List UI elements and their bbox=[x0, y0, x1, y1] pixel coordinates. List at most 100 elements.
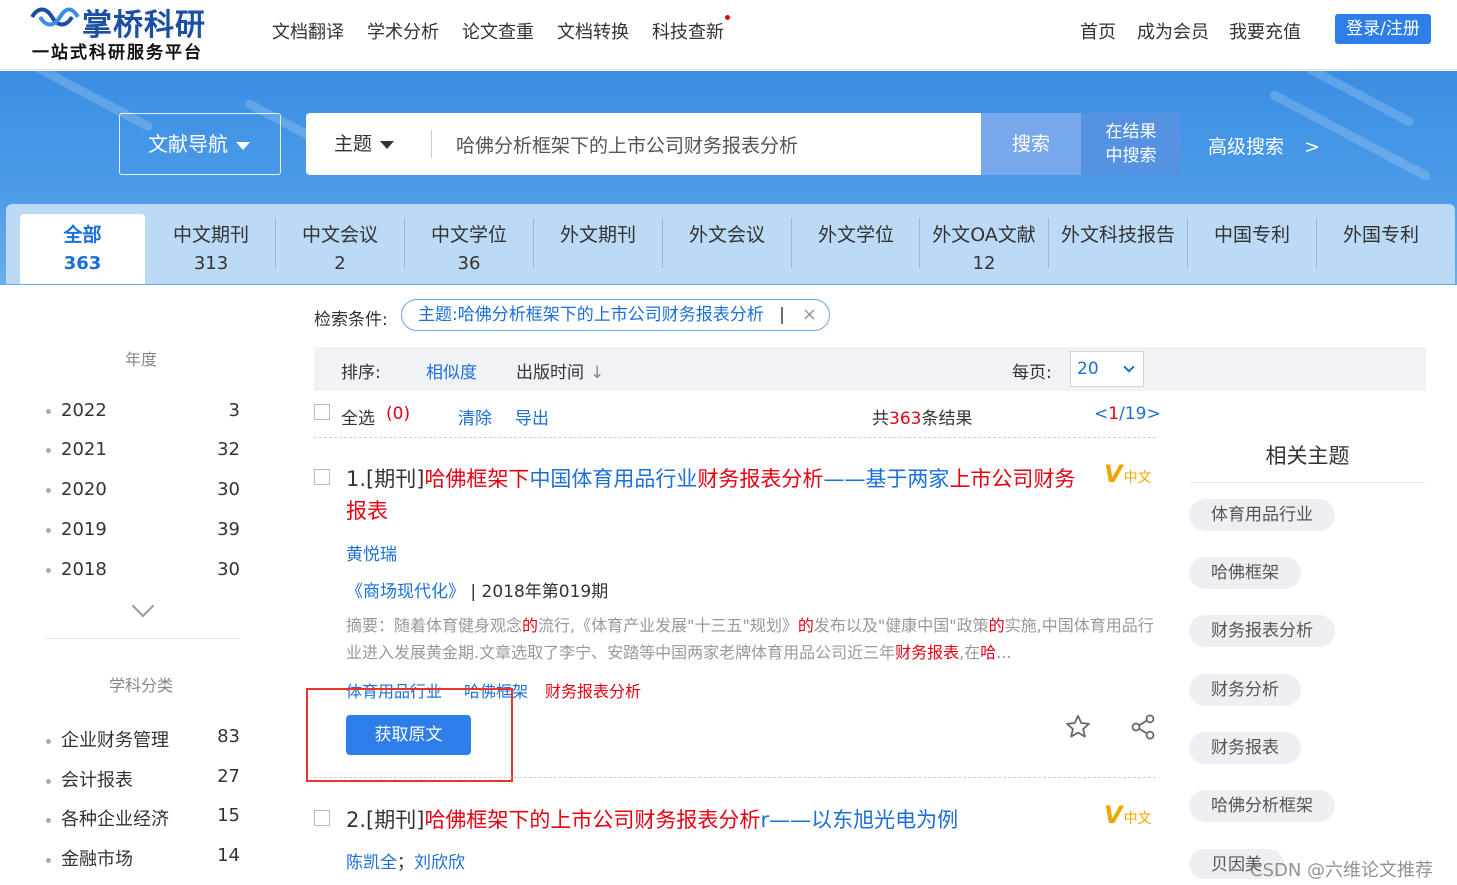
subject-item-financial-market[interactable]: 金融市场 bbox=[46, 845, 133, 871]
tab-foreign-tech-reports[interactable]: 外文科技报告 bbox=[1049, 214, 1187, 284]
total-count: 363 bbox=[889, 409, 922, 429]
share-icon[interactable] bbox=[1129, 713, 1157, 741]
search-within-results-button[interactable]: 在结果 中搜索 bbox=[1081, 113, 1181, 175]
condition-tag-text: 主题:哈佛分析框架下的上市公司财务报表分析 bbox=[418, 305, 764, 325]
pager-total: /19 bbox=[1119, 404, 1147, 424]
nav-doc-translate[interactable]: 文档翻译 bbox=[272, 18, 344, 44]
result-divider bbox=[314, 777, 1156, 778]
advanced-search-link[interactable]: 高级搜索 > bbox=[1208, 132, 1320, 159]
tab-foreign-patents[interactable]: 外国专利 bbox=[1317, 214, 1445, 284]
expand-chevron-down-icon[interactable] bbox=[131, 594, 155, 618]
tab-count: 313 bbox=[193, 253, 229, 274]
subject-item-enterprise-economy[interactable]: 各种企业经济 bbox=[46, 805, 169, 831]
nav-home[interactable]: 首页 bbox=[1080, 18, 1116, 44]
tab-foreign-journals[interactable]: 外文期刊 bbox=[534, 214, 662, 284]
related-topic-pill[interactable]: 财务分析 bbox=[1189, 674, 1301, 706]
subject-item-corporate-finance[interactable]: 企业财务管理 bbox=[46, 726, 169, 752]
year-label: 2020 bbox=[61, 479, 107, 500]
tab-chinese-patents[interactable]: 中国专利 bbox=[1188, 214, 1316, 284]
tab-all[interactable]: 全部 363 bbox=[20, 214, 145, 284]
year-label: 2021 bbox=[61, 439, 107, 460]
select-all-label[interactable]: 全选 bbox=[341, 404, 375, 429]
pager-prev[interactable]: < bbox=[1094, 404, 1108, 424]
total-suffix: 条结果 bbox=[921, 409, 973, 429]
result-title[interactable]: 2.[期刊]哈佛框架下的上市公司财务报表分析r——以东旭光电为例 bbox=[346, 804, 1096, 836]
result-journal[interactable]: 《商场现代化》 bbox=[346, 582, 465, 602]
export-link[interactable]: 导出 bbox=[515, 404, 549, 429]
abstract-part: 的 bbox=[522, 616, 539, 635]
v-chinese-badge: V中文 bbox=[1104, 801, 1152, 829]
sort-by-similarity[interactable]: 相似度 bbox=[426, 358, 477, 383]
related-topic-pill[interactable]: 哈佛框架 bbox=[1189, 557, 1301, 589]
tab-foreign-degrees[interactable]: 外文学位 bbox=[792, 214, 920, 284]
result-checkbox[interactable] bbox=[314, 810, 330, 826]
bullet-icon bbox=[46, 778, 51, 784]
related-topic-pill[interactable]: 体育用品行业 bbox=[1189, 499, 1335, 531]
year-item-2019[interactable]: 2019 bbox=[46, 519, 107, 540]
nav-membership[interactable]: 成为会员 bbox=[1137, 18, 1209, 44]
site-logo[interactable]: 掌桥科研 一站式科研服务平台 bbox=[30, 0, 230, 63]
related-topic-pill[interactable]: 哈佛分析框架 bbox=[1189, 790, 1335, 822]
tab-foreign-conferences[interactable]: 外文会议 bbox=[663, 214, 791, 284]
tab-label: 外文期刊 bbox=[559, 224, 636, 246]
bullet-icon bbox=[46, 857, 51, 863]
close-icon[interactable]: × bbox=[802, 300, 817, 330]
subject-item-accounting-reports[interactable]: 会计报表 bbox=[46, 766, 133, 792]
search-box: 主题 bbox=[306, 113, 981, 175]
tab-chinese-conferences[interactable]: 中文会议 2 bbox=[276, 214, 404, 284]
nav-recharge[interactable]: 我要充值 bbox=[1229, 18, 1301, 44]
per-page-select[interactable]: 20 bbox=[1070, 351, 1144, 387]
search-conditions-label: 检索条件: bbox=[314, 310, 388, 330]
sort-by-publish-date[interactable]: 出版时间 ↓ bbox=[516, 358, 604, 383]
keyword-link[interactable]: 财务报表分析 bbox=[545, 678, 641, 702]
subject-label: 各种企业经济 bbox=[61, 809, 169, 830]
tab-label: 外文会议 bbox=[688, 224, 765, 246]
related-topic-pill[interactable]: 财务报表分析 bbox=[1189, 615, 1335, 647]
related-topic-pill[interactable]: 财务报表 bbox=[1189, 732, 1301, 764]
bullet-icon bbox=[46, 567, 51, 573]
badge-lang: 中文 bbox=[1123, 811, 1152, 827]
search-field-select[interactable]: 主题 bbox=[334, 113, 395, 175]
result-author[interactable]: 刘欣欣 bbox=[414, 853, 465, 873]
star-icon[interactable] bbox=[1064, 713, 1092, 741]
result-authors: 陈凯全；刘欣欣 bbox=[346, 853, 465, 873]
bullet-icon bbox=[46, 527, 51, 533]
nav-doc-convert[interactable]: 文档转换 bbox=[557, 18, 629, 44]
login-register-button[interactable]: 登录/注册 bbox=[1335, 14, 1431, 44]
search-button[interactable]: 搜索 bbox=[981, 113, 1081, 175]
literature-nav-label: 文献导航 bbox=[148, 132, 228, 156]
tab-chinese-journals[interactable]: 中文期刊 313 bbox=[147, 214, 275, 284]
literature-nav-dropdown[interactable]: 文献导航 bbox=[119, 113, 281, 175]
year-item-2022[interactable]: 2022 bbox=[46, 400, 107, 421]
abstract-part: 哈 bbox=[980, 643, 997, 662]
result-checkbox[interactable] bbox=[314, 469, 330, 485]
pager-next[interactable]: > bbox=[1146, 404, 1160, 424]
sort-by-publish-date-label: 出版时间 bbox=[516, 363, 584, 383]
select-all-checkbox[interactable] bbox=[314, 404, 330, 420]
year-item-2018[interactable]: 2018 bbox=[46, 559, 107, 580]
tab-chinese-degrees[interactable]: 中文学位 36 bbox=[405, 214, 533, 284]
result-author[interactable]: 黄悦瑞 bbox=[346, 540, 397, 565]
clear-selection-link[interactable]: 清除 bbox=[458, 404, 492, 429]
year-count: 30 bbox=[217, 479, 240, 500]
chevron-down-icon bbox=[1123, 361, 1135, 373]
related-topics-divider bbox=[1190, 482, 1425, 483]
nav-academic-analysis[interactable]: 学术分析 bbox=[367, 18, 439, 44]
result-title[interactable]: 1.[期刊]哈佛框架下中国体育用品行业财务报表分析——基于两家上市公司财务报表 bbox=[346, 463, 1096, 527]
title-part: 上市公司 bbox=[949, 467, 1034, 491]
subject-count: 83 bbox=[217, 726, 240, 747]
title-part: ——基于两家 bbox=[823, 467, 950, 491]
year-item-2021[interactable]: 2021 bbox=[46, 439, 107, 460]
condition-tag-separator: | bbox=[779, 305, 785, 325]
year-item-2020[interactable]: 2020 bbox=[46, 479, 107, 500]
subject-label: 金融市场 bbox=[61, 849, 133, 870]
results-divider bbox=[314, 437, 1156, 438]
arrow-down-icon: ↓ bbox=[590, 363, 605, 383]
search-field-label: 主题 bbox=[334, 133, 373, 155]
nav-novelty-search[interactable]: 科技查新 bbox=[652, 18, 724, 44]
result-author[interactable]: 陈凯全 bbox=[346, 853, 397, 873]
tab-label: 中文期刊 bbox=[172, 224, 249, 246]
tab-foreign-oa[interactable]: 外文OA文献 12 bbox=[920, 214, 1048, 284]
nav-plagiarism-check[interactable]: 论文查重 bbox=[462, 18, 534, 44]
search-input[interactable] bbox=[456, 113, 966, 175]
